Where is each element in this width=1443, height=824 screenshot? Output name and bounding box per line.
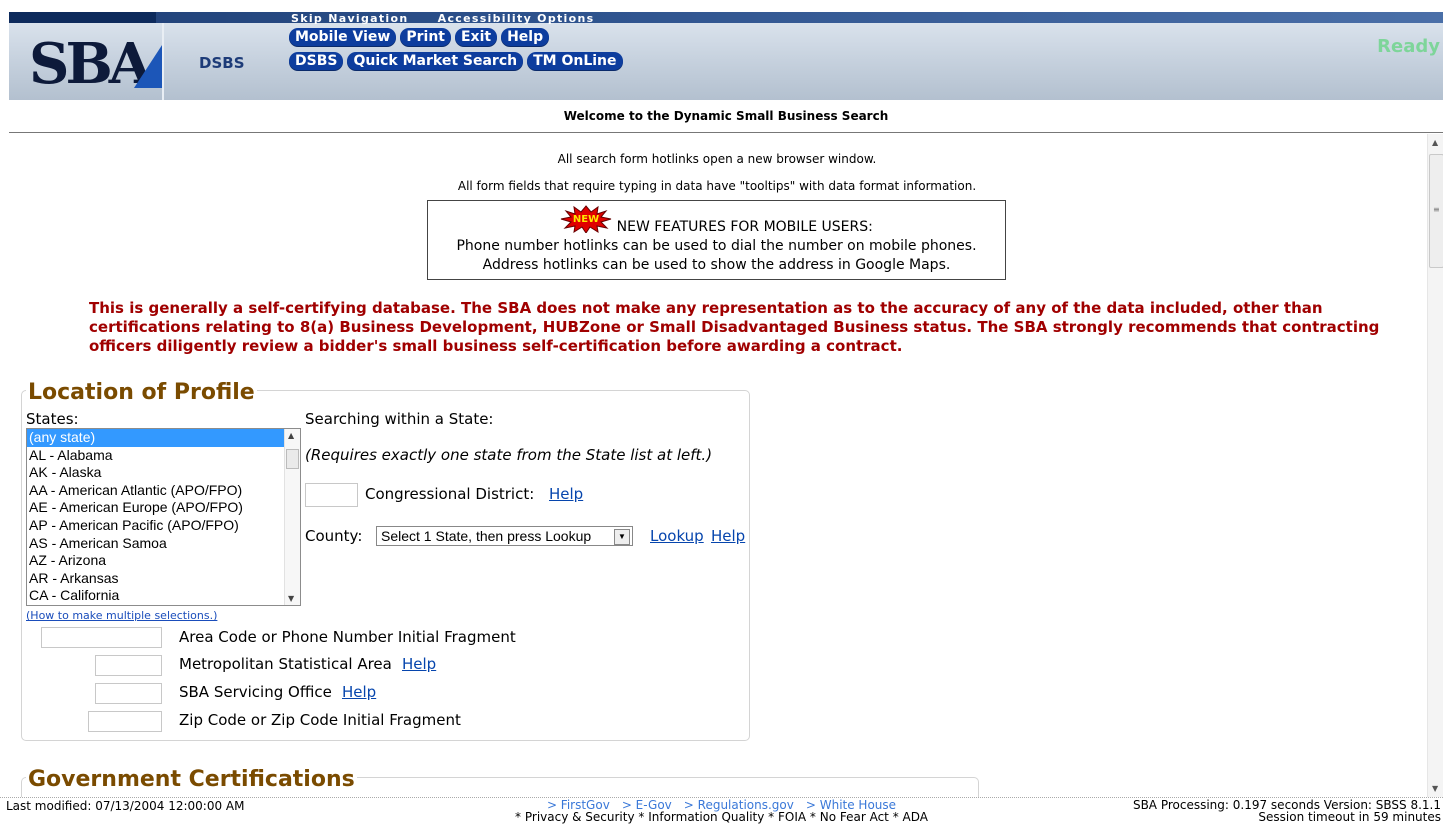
state-option[interactable]: AE - American Europe (APO/FPO) xyxy=(27,499,300,517)
msa-input[interactable] xyxy=(95,655,162,676)
state-option[interactable]: AZ - Arizona xyxy=(27,552,300,570)
lookup-link[interactable]: Lookup xyxy=(650,527,704,545)
note-hotlinks: All search form hotlinks open a new brow… xyxy=(557,152,877,166)
tm-online-button[interactable]: TM OnLine xyxy=(527,52,623,70)
multiple-selections-link[interactable]: (How to make multiple selections.) xyxy=(26,609,217,622)
quick-market-search-button[interactable]: Quick Market Search xyxy=(347,52,524,70)
dropdown-arrow-icon[interactable]: ▼ xyxy=(614,529,630,545)
requires-note: (Requires exactly one state from the Sta… xyxy=(305,446,713,464)
help-button[interactable]: Help xyxy=(501,28,550,46)
congressional-help-link[interactable]: Help xyxy=(549,485,583,503)
site-header: SBA DSBS Skip Navigation Accessibility O… xyxy=(9,12,1443,100)
county-help-link[interactable]: Help xyxy=(711,527,745,545)
skip-links: Skip Navigation Accessibility Options xyxy=(291,12,618,25)
state-option[interactable]: (any state) xyxy=(27,429,300,447)
location-legend: Location of Profile xyxy=(26,380,257,405)
print-button[interactable]: Print xyxy=(400,28,451,46)
states-scrollbar[interactable]: ▲ ▼ xyxy=(284,429,300,605)
state-option[interactable]: CA - California xyxy=(27,587,300,605)
gov-certifications-legend: Government Certifications xyxy=(26,767,357,792)
new-features-title: NEW FEATURES FOR MOBILE USERS: xyxy=(616,219,873,235)
state-option[interactable]: AR - Arkansas xyxy=(27,570,300,588)
states-listbox[interactable]: (any state) AL - Alabama AK - Alaska AA … xyxy=(26,428,301,606)
exit-button[interactable]: Exit xyxy=(454,28,498,46)
header-divider xyxy=(162,23,164,100)
status-indicator: Ready xyxy=(1377,36,1440,57)
states-scroll-thumb[interactable] xyxy=(286,449,299,469)
svg-text:NEW: NEW xyxy=(573,214,599,225)
footer-status: SBA Processing: 0.197 seconds Version: S… xyxy=(1133,799,1441,823)
servicing-office-label: SBA Servicing Office xyxy=(179,683,332,701)
disclaimer-text: This is generally a self-certifying data… xyxy=(89,299,1380,355)
county-label: County: xyxy=(305,527,363,545)
congressional-district-label: Congressional District: xyxy=(365,485,535,503)
states-label: States: xyxy=(26,410,79,428)
states-scroll-up-icon[interactable]: ▲ xyxy=(288,431,294,440)
within-state-label: Searching within a State: xyxy=(305,410,494,428)
dsbs-button[interactable]: DSBS xyxy=(289,52,344,70)
servicing-office-input[interactable] xyxy=(95,683,162,704)
header-top-strip xyxy=(9,12,1443,23)
scroll-down-icon[interactable]: ▼ xyxy=(1432,784,1438,793)
page-scrollbar[interactable]: ▲ ≡ ▼ xyxy=(1427,134,1443,797)
state-option[interactable]: AS - American Samoa xyxy=(27,535,300,553)
area-code-input[interactable] xyxy=(41,627,162,648)
welcome-title: Welcome to the Dynamic Small Business Se… xyxy=(9,104,1443,133)
accessibility-options-link[interactable]: Accessibility Options xyxy=(438,12,595,25)
app-label: DSBS xyxy=(199,54,245,72)
nav-row-1: Mobile View Print Exit Help xyxy=(289,26,553,46)
note-tooltips: All form fields that require typing in d… xyxy=(457,179,977,193)
msa-label: Metropolitan Statistical Area xyxy=(179,655,392,673)
state-option[interactable]: AA - American Atlantic (APO/FPO) xyxy=(27,482,300,500)
congressional-district-input[interactable] xyxy=(305,483,358,507)
zip-code-input[interactable] xyxy=(88,711,162,732)
states-scroll-down-icon[interactable]: ▼ xyxy=(288,594,294,603)
new-badge-icon: NEW xyxy=(560,205,612,235)
scroll-up-icon[interactable]: ▲ xyxy=(1432,138,1438,147)
state-option[interactable]: AP - American Pacific (APO/FPO) xyxy=(27,517,300,535)
county-select[interactable]: Select 1 State, then press Lookup ▼ xyxy=(376,526,633,546)
nav-row-2: DSBS Quick Market Search TM OnLine xyxy=(289,50,627,70)
area-code-label: Area Code or Phone Number Initial Fragme… xyxy=(179,628,516,646)
scroll-thumb[interactable]: ≡ xyxy=(1429,154,1443,268)
state-option[interactable]: AL - Alabama xyxy=(27,447,300,465)
skip-navigation-link[interactable]: Skip Navigation xyxy=(291,12,409,25)
new-features-box: NEW NEW FEATURES FOR MOBILE USERS: Phone… xyxy=(427,200,1006,280)
new-features-address: Address hotlinks can be used to show the… xyxy=(482,257,951,273)
page-footer: Last modified: 07/13/2004 12:00:00 AM > … xyxy=(0,797,1443,823)
mobile-view-button[interactable]: Mobile View xyxy=(289,28,397,46)
msa-help-link[interactable]: Help xyxy=(402,655,436,673)
sba-logo: SBA xyxy=(29,36,164,92)
state-option[interactable]: AK - Alaska xyxy=(27,464,300,482)
session-timeout: Session timeout in 59 minutes xyxy=(1258,810,1441,824)
new-features-phone: Phone number hotlinks can be used to dia… xyxy=(456,238,977,254)
zip-code-label: Zip Code or Zip Code Initial Fragment xyxy=(179,711,461,729)
servicing-help-link[interactable]: Help xyxy=(342,683,376,701)
